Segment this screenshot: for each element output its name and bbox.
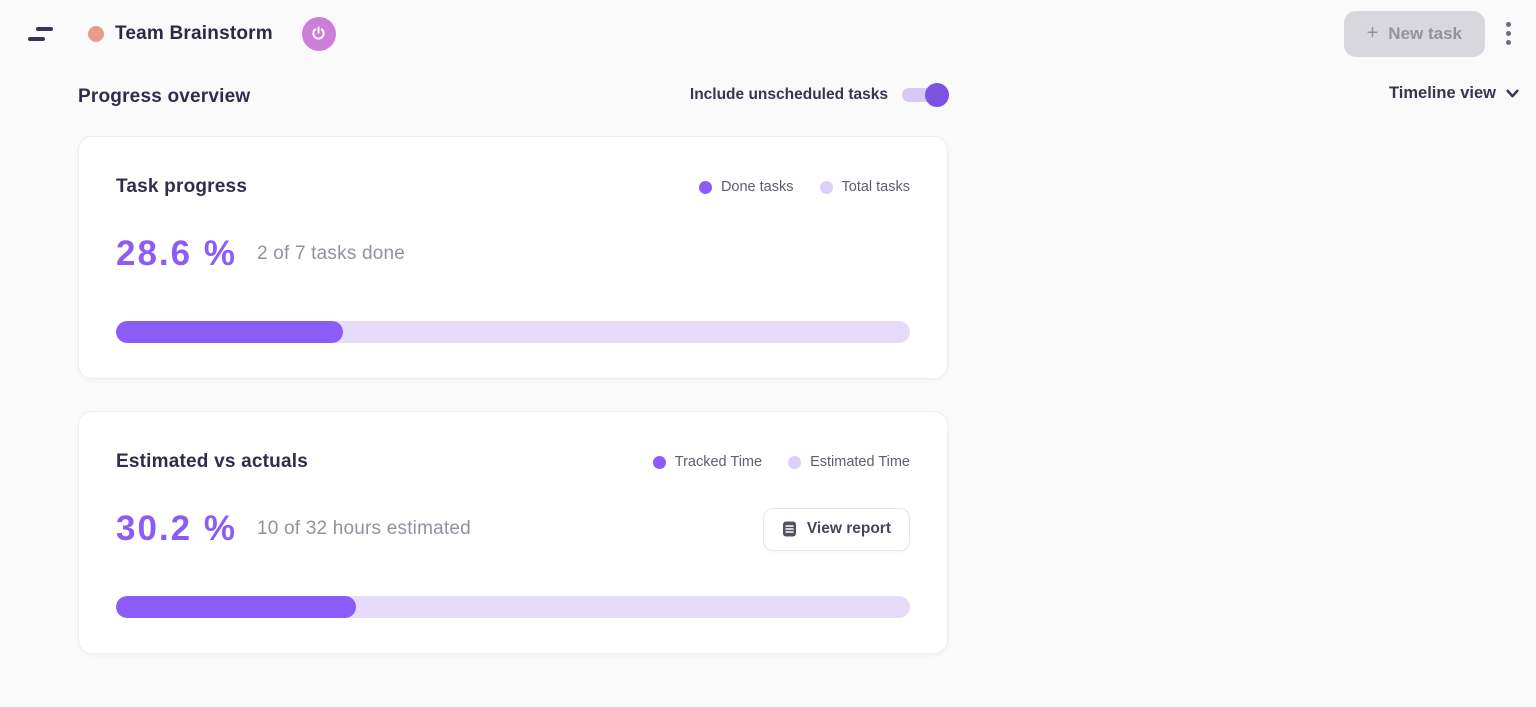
view-mode-dropdown[interactable]: Timeline view [1389,84,1520,103]
card-title: Estimated vs actuals [116,451,308,473]
legend-item-total-tasks: Total tasks [820,179,911,195]
chevron-down-icon [1505,86,1520,101]
legend-dot [820,181,833,194]
view-report-label: View report [807,520,891,538]
time-progress-bar-fill [116,596,356,618]
page-title: Progress overview [78,86,250,108]
plus-icon: + [1367,23,1379,43]
toggle-label: Include unscheduled tasks [690,86,888,104]
new-task-button[interactable]: + New task [1344,11,1485,57]
legend-dot [653,456,666,469]
task-progress-card: Task progress Done tasks Total tasks 28.… [78,136,948,379]
progress-percentage: 30.2 % [116,509,237,549]
new-task-label: New task [1388,24,1462,44]
project-color-dot [88,26,104,42]
legend-dot [699,181,712,194]
include-unscheduled-toggle[interactable] [902,88,948,102]
progress-percentage: 28.6 % [116,234,237,274]
card-title: Task progress [116,176,247,198]
start-timer-button[interactable] [302,17,336,51]
more-options-kebab-icon[interactable] [1496,17,1520,51]
view-mode-label: Timeline view [1389,84,1496,103]
legend: Tracked Time Estimated Time [653,454,910,470]
legend-item-tracked-time: Tracked Time [653,454,762,470]
legend-item-estimated-time: Estimated Time [788,454,910,470]
estimated-vs-actuals-card: Estimated vs actuals Tracked Time Estima… [78,411,948,654]
menu-icon[interactable] [28,26,54,42]
sub-header: Progress overview Include unscheduled ta… [0,80,1536,120]
legend-dot [788,456,801,469]
legend-label: Estimated Time [810,454,910,470]
task-progress-bar [116,321,910,343]
top-header: Team Brainstorm + New task [0,0,1536,67]
view-report-button[interactable]: View report [763,508,910,551]
toggle-knob [925,83,949,107]
legend-label: Tracked Time [675,454,762,470]
time-progress-bar [116,596,910,618]
legend: Done tasks Total tasks [699,179,910,195]
legend-item-done-tasks: Done tasks [699,179,794,195]
report-icon [782,521,797,537]
task-progress-bar-fill [116,321,343,343]
power-icon [310,25,327,42]
progress-caption: 2 of 7 tasks done [257,243,405,265]
legend-label: Total tasks [842,179,911,195]
unscheduled-toggle-group: Include unscheduled tasks [690,86,948,104]
legend-label: Done tasks [721,179,794,195]
project-title: Team Brainstorm [115,23,273,45]
progress-caption: 10 of 32 hours estimated [257,518,471,540]
cards-container: Task progress Done tasks Total tasks 28.… [78,136,948,654]
